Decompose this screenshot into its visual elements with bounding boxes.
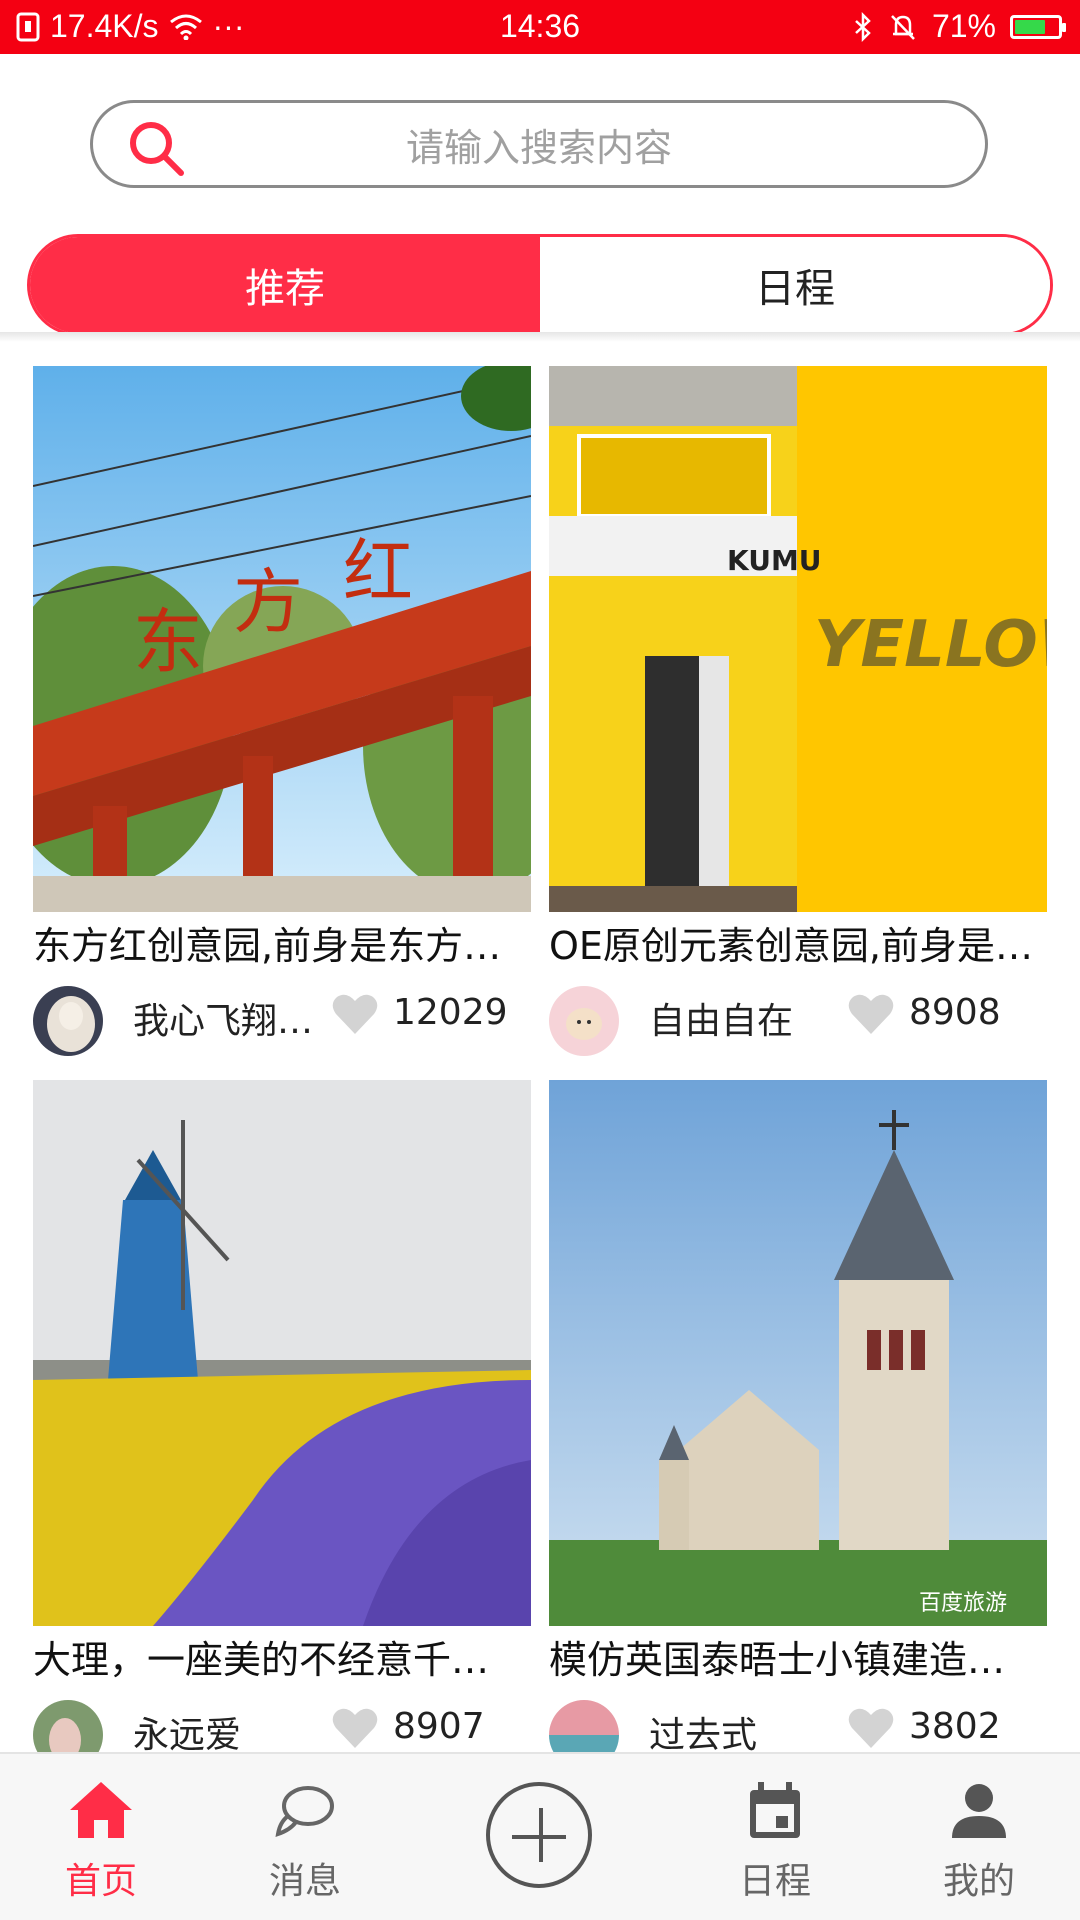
nav-messages[interactable]: 消息: [230, 1776, 380, 1904]
red-gate-photo: 东 方 红: [33, 366, 531, 912]
avatar[interactable]: [549, 986, 619, 1056]
feed-card[interactable]: KUMU YELLOW OE原创元素创意园,前身是… 自由自在 8908: [549, 366, 1047, 1062]
heart-icon[interactable]: [331, 1706, 379, 1750]
card-title[interactable]: 大理，一座美的不经意千…: [33, 1634, 531, 1686]
nav-label: 日程: [738, 1861, 811, 1902]
search-placeholder: 请输入搜索内容: [405, 125, 672, 170]
battery-fill: [1015, 19, 1045, 34]
tabs-divider: [0, 332, 1080, 342]
author-name[interactable]: 永远爱: [133, 1706, 323, 1758]
nav-profile[interactable]: 我的: [904, 1776, 1054, 1904]
heart-icon[interactable]: [331, 992, 379, 1036]
mute-bell-icon: [891, 14, 915, 40]
like-count: 8908: [909, 992, 1001, 1033]
church-photo: 百度旅游: [549, 1080, 1047, 1626]
heart-icon[interactable]: [847, 992, 895, 1036]
author-name[interactable]: 自由自在: [649, 992, 839, 1044]
chat-icon: [275, 1786, 334, 1837]
heart-icon[interactable]: [847, 1706, 895, 1750]
svg-text:东: 东: [133, 601, 203, 683]
watermark-text: 百度旅游: [919, 1591, 1007, 1616]
sign-text: KUMU: [727, 544, 822, 577]
yellow-building-photo: KUMU YELLOW: [549, 366, 1047, 912]
feed-card[interactable]: 百度旅游 模仿英国泰晤士小镇建造… 过去式 3802: [549, 1080, 1047, 1776]
bluetooth-icon: [855, 11, 871, 42]
nav-label: 我的: [942, 1861, 1015, 1902]
author-name[interactable]: 过去式: [649, 1706, 839, 1758]
like-count: 8907: [393, 1706, 485, 1747]
nav-label: 消息: [268, 1861, 341, 1902]
tab-schedule[interactable]: 日程: [540, 237, 1050, 333]
feed-card[interactable]: 大理，一座美的不经意千… 永远爱 8907: [33, 1080, 531, 1776]
card-image-red-gate[interactable]: 东 方 红: [33, 366, 531, 912]
yellow-text: YELLOW: [814, 608, 1047, 682]
segmented-tabs: 推荐 日程: [27, 234, 1053, 336]
home-icon: [70, 1782, 132, 1838]
nav-home[interactable]: 首页: [26, 1776, 176, 1904]
add-button[interactable]: [486, 1782, 592, 1888]
search-bar[interactable]: 请输入搜索内容: [90, 100, 988, 188]
nav-schedule[interactable]: 日程: [700, 1776, 850, 1904]
card-image-windmill[interactable]: [33, 1080, 531, 1626]
feed-card[interactable]: 东 方 红 东方红创意园,前身是东方… 我心飞翔… 12029: [33, 366, 531, 1062]
person-icon: [952, 1784, 1006, 1838]
card-image-church[interactable]: 百度旅游: [549, 1080, 1047, 1626]
card-title[interactable]: 模仿英国泰晤士小镇建造…: [549, 1634, 1047, 1686]
like-count: 3802: [909, 1706, 1001, 1747]
author-name[interactable]: 我心飞翔…: [133, 992, 323, 1044]
card-title[interactable]: OE原创元素创意园,前身是…: [549, 920, 1047, 972]
bottom-nav: 首页 消息 日程 我的: [0, 1752, 1080, 1920]
status-bar: 17.4K/s ··· 14:36 71%: [0, 0, 1080, 54]
card-title[interactable]: 东方红创意园,前身是东方…: [33, 920, 531, 972]
card-image-yellow-building[interactable]: KUMU YELLOW: [549, 366, 1047, 912]
avatar[interactable]: [33, 986, 103, 1056]
svg-text:红: 红: [343, 531, 413, 613]
svg-text:方: 方: [233, 561, 303, 643]
nav-label: 首页: [64, 1861, 137, 1902]
windmill-flowers-photo: [33, 1080, 531, 1626]
like-count: 12029: [393, 992, 508, 1033]
tab-recommend[interactable]: 推荐: [30, 237, 540, 333]
search-icon: [130, 122, 184, 176]
battery-icon: [1010, 14, 1066, 39]
battery-percent: 71%: [931, 8, 996, 44]
calendar-icon: [750, 1782, 800, 1838]
